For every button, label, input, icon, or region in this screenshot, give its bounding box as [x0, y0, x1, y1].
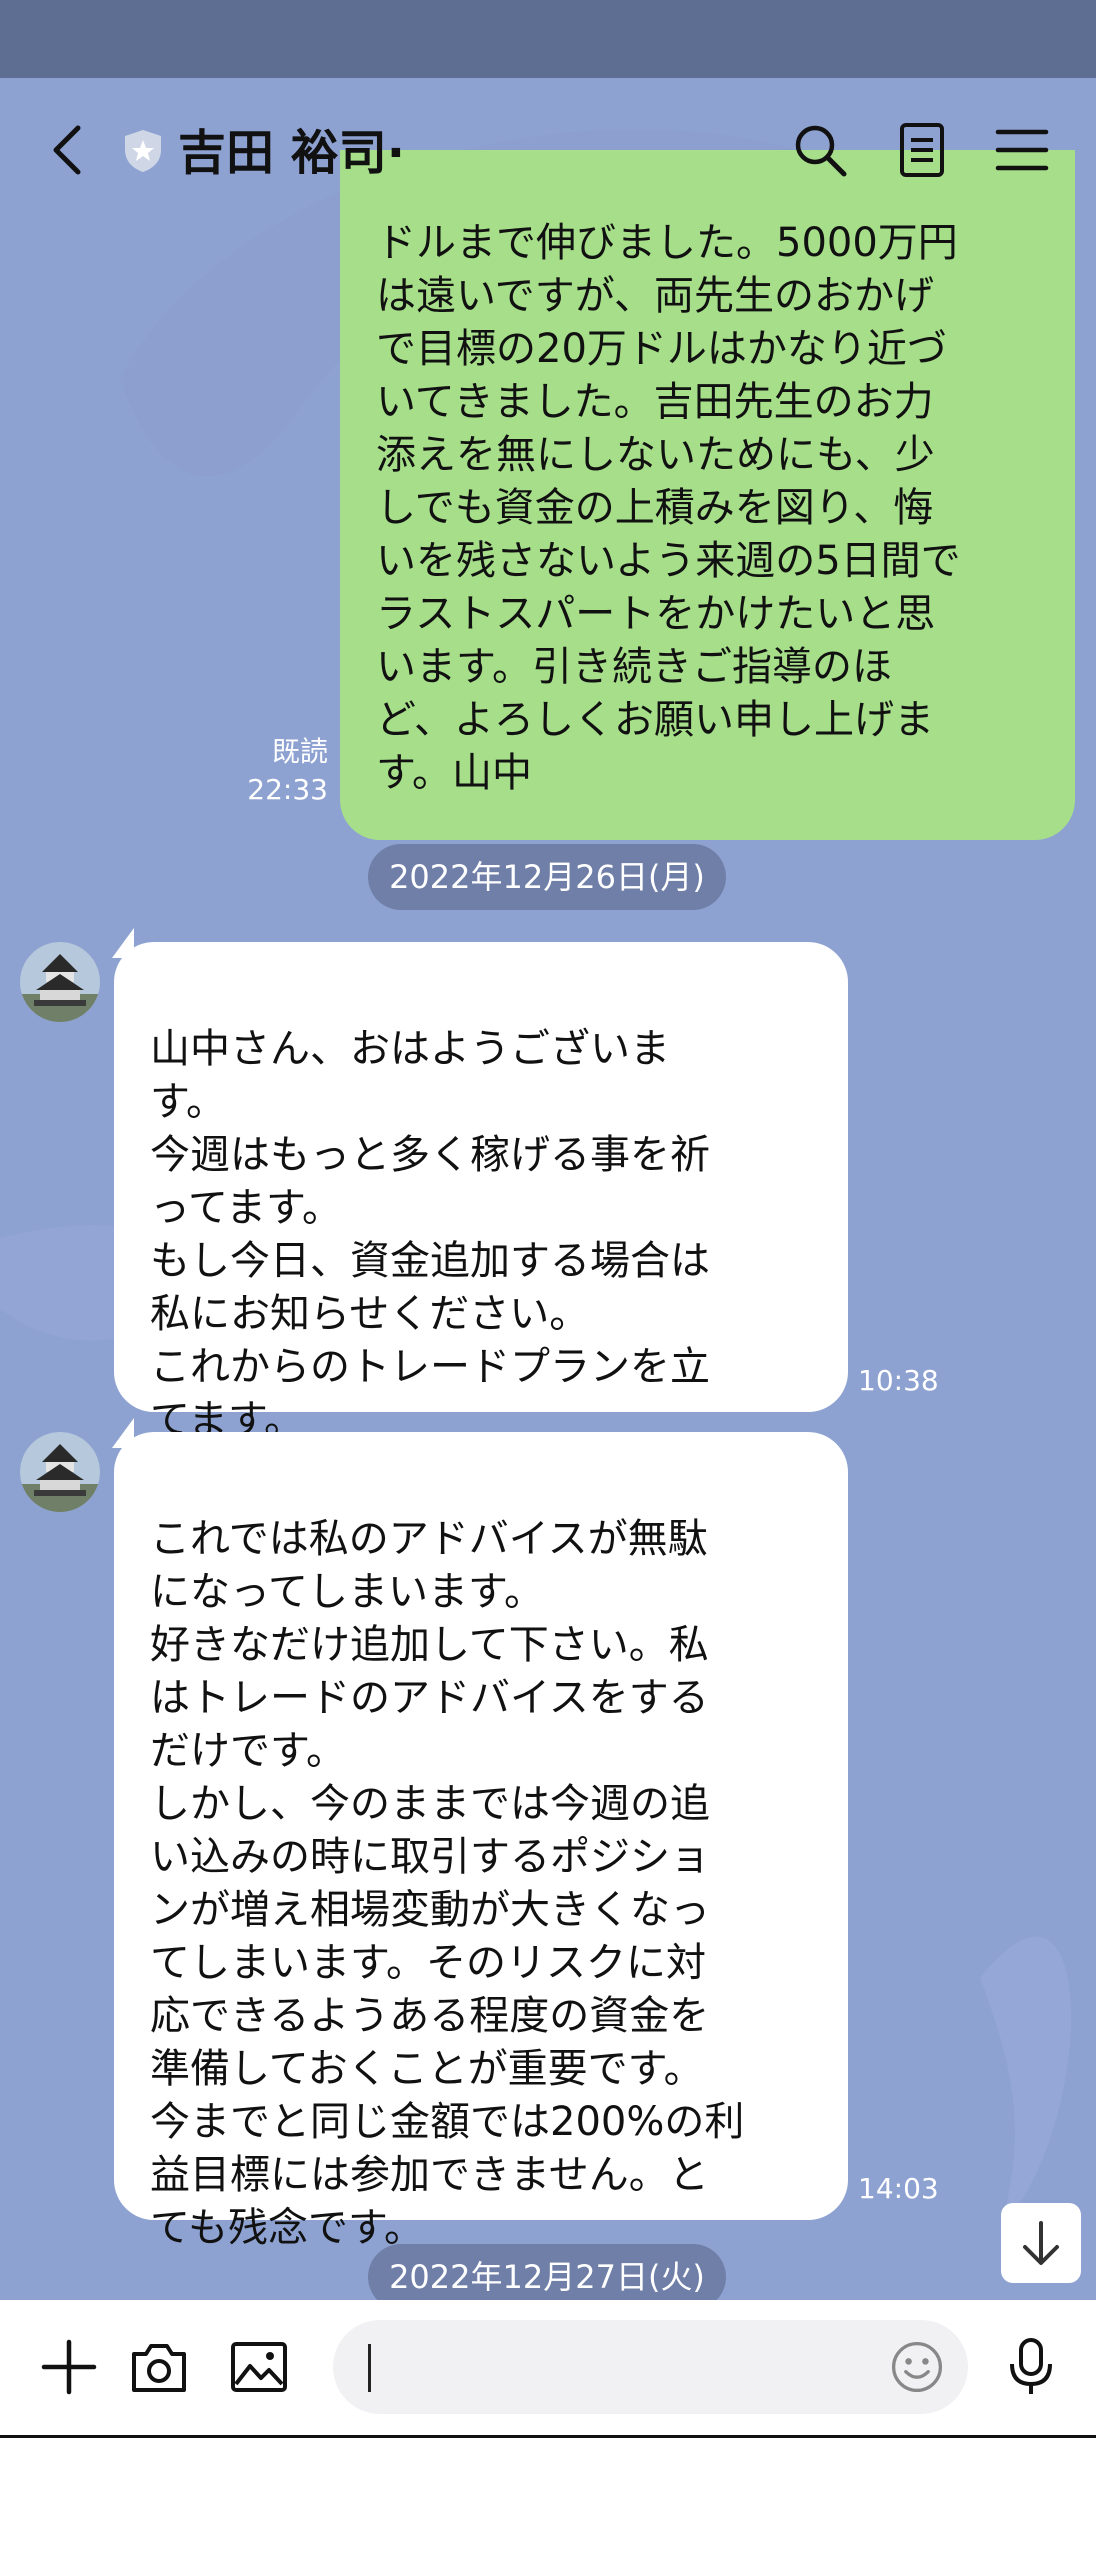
incoming-message-text: 山中さん、おはようございま す。 今週はもっと多く稼げる事を祈 ってます。 もし… — [150, 1026, 710, 1443]
status-bar — [0, 0, 1096, 78]
outgoing-message-text: ドルまで伸びました。5000万円 は遠いですが、両先生のおかげ で目標の20万ド… — [376, 220, 961, 796]
incoming-message-bubble[interactable]: これでは私のアドバイスが無駄 になってしまいます。 好きなだけ追加して下さい。私… — [114, 1432, 848, 2251]
message-time: 14:03 — [858, 2172, 939, 2205]
date-separator: 2022年12月27日(火) — [368, 2244, 726, 2300]
image-icon[interactable] — [228, 2336, 290, 2398]
read-receipt: 既読 22:33 — [240, 733, 328, 809]
read-label: 既読 — [271, 735, 328, 768]
camera-icon[interactable] — [128, 2336, 190, 2398]
plus-icon[interactable] — [38, 2336, 100, 2398]
microphone-icon[interactable] — [1000, 2336, 1062, 2398]
message-input-bar — [0, 2300, 1096, 2435]
arrow-down-icon — [1023, 2221, 1059, 2265]
avatar[interactable] — [20, 942, 100, 1022]
outgoing-message-bubble[interactable]: ドルまで伸びました。5000万円 は遠いですが、両先生のおかげ で目標の20万ド… — [340, 150, 1075, 840]
date-separator: 2022年12月26日(月) — [368, 844, 726, 910]
text-caret — [368, 2344, 371, 2392]
back-icon[interactable] — [44, 120, 94, 180]
notes-icon[interactable] — [892, 120, 952, 180]
incoming-message-bubble[interactable]: 山中さん、おはようございま す。 今週はもっと多く稼げる事を祈 ってます。 もし… — [114, 942, 848, 1443]
chat-title[interactable]: 吉田 裕司· — [178, 118, 405, 188]
chat-header: 吉田 裕司· — [0, 78, 1096, 223]
menu-icon[interactable] — [992, 120, 1052, 180]
emoji-icon[interactable] — [888, 2338, 946, 2396]
message-time: 22:33 — [247, 773, 328, 806]
message-input[interactable] — [333, 2320, 968, 2414]
incoming-message-text: これでは私のアドバイスが無駄 になってしまいます。 好きなだけ追加して下さい。私… — [150, 1516, 745, 2251]
scroll-to-bottom-button[interactable] — [1001, 2203, 1081, 2283]
message-time: 10:38 — [858, 1364, 939, 1397]
shield-icon — [125, 130, 161, 172]
avatar[interactable] — [20, 1432, 100, 1512]
chat-background[interactable]: ドルまで伸びました。5000万円 は遠いですが、両先生のおかげ で目標の20万ド… — [0, 78, 1096, 2300]
divider — [0, 2435, 1096, 2438]
search-icon[interactable] — [790, 120, 850, 180]
